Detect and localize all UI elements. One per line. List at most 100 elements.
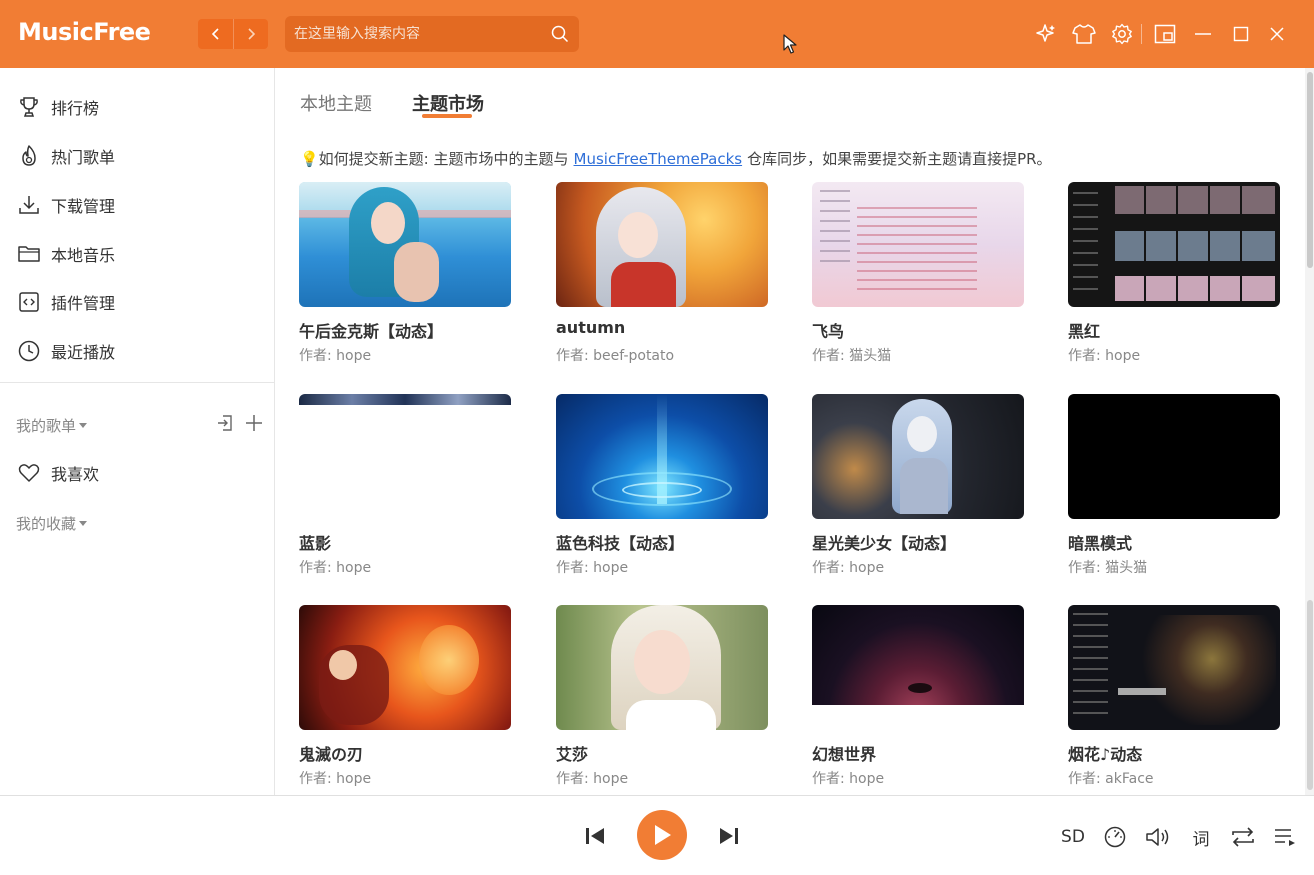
theme-preview (1068, 394, 1280, 519)
add-playlist-icon[interactable] (244, 413, 264, 433)
theme-author: 作者: akFace (1068, 771, 1154, 787)
my-playlists-label: 我的歌单 (16, 417, 77, 435)
theme-card[interactable]: 黑红 作者: hope (1068, 182, 1280, 364)
theme-preview (299, 394, 511, 519)
sidebar-item-hot-playlists[interactable]: 热门歌单 (0, 134, 274, 178)
sidebar-divider (0, 382, 274, 383)
mini-mode-icon[interactable] (1153, 22, 1177, 46)
search-input[interactable] (285, 16, 545, 52)
theme-title: 幻想世界 (812, 745, 877, 764)
chevron-left-icon (211, 28, 219, 40)
sidebar-item-plugins[interactable]: 插件管理 (0, 280, 274, 324)
notice-suffix: 仓库同步，如果需要提交新主题请直接提PR。 (747, 150, 1052, 168)
sidebar-item-downloads[interactable]: 下载管理 (0, 183, 274, 227)
theme-author: 作者: beef-potato (556, 348, 675, 364)
theme-preview (1068, 182, 1280, 307)
theme-preview (299, 605, 511, 730)
repeat-button[interactable] (1230, 824, 1256, 850)
my-playlists-toggle[interactable]: 我的歌单 (16, 415, 88, 436)
theme-card[interactable]: autumn 作者: beef-potato (556, 182, 768, 364)
sidebar-item-charts[interactable]: 排行榜 (0, 85, 274, 129)
maximize-icon[interactable] (1229, 22, 1253, 46)
tab-local-themes[interactable]: 本地主题 (300, 90, 372, 116)
download-icon (19, 196, 39, 214)
history-nav (198, 19, 268, 49)
gear-icon[interactable] (1110, 22, 1134, 46)
next-button[interactable] (717, 824, 741, 848)
header-divider (1141, 24, 1142, 44)
search-box (285, 16, 579, 52)
my-collections-label: 我的收藏 (16, 515, 77, 533)
theme-preview (812, 394, 1024, 519)
theme-author: 作者: hope (812, 560, 885, 576)
previous-button[interactable] (583, 824, 607, 848)
caret-down-icon (79, 521, 88, 526)
theme-card[interactable]: 星光美少女【动态】 作者: hope (812, 394, 1024, 576)
search-icon[interactable] (551, 25, 569, 43)
volume-button[interactable] (1145, 824, 1171, 850)
theme-title: 星光美少女【动态】 (812, 534, 957, 553)
sidebar-item-label: 插件管理 (51, 294, 116, 313)
theme-card[interactable]: 暗黑模式 作者: 猫头猫 (1068, 394, 1280, 576)
quality-button[interactable]: SD (1059, 824, 1087, 850)
playlist-button[interactable] (1272, 824, 1298, 850)
theme-card[interactable]: 烟花♪动态 作者: akFace (1068, 605, 1280, 787)
theme-card[interactable]: 蓝影 作者: hope (299, 394, 511, 576)
tab-theme-market[interactable]: 主题市场 (412, 90, 484, 116)
sparkle-icon[interactable] (1034, 22, 1058, 46)
caret-down-icon (79, 423, 88, 428)
theme-title: autumn (556, 318, 626, 337)
sidebar-item-favorite[interactable]: 我喜欢 (0, 451, 274, 495)
theme-author: 作者: hope (299, 560, 372, 576)
app-logo: MusicFree (18, 18, 151, 46)
theme-preview (556, 394, 768, 519)
theme-packs-link[interactable]: MusicFreeThemePacks (574, 150, 743, 168)
theme-author: 作者: hope (556, 771, 629, 787)
sidebar-item-recent[interactable]: 最近播放 (0, 329, 274, 373)
mouse-cursor-icon (783, 34, 797, 54)
theme-title: 午后金克斯【动态】 (299, 322, 444, 341)
theme-preview (1068, 605, 1280, 730)
lyrics-button[interactable]: 词 (1188, 824, 1214, 850)
plugin-icon (19, 292, 39, 312)
theme-author: 作者: 猫头猫 (1068, 560, 1148, 576)
theme-card[interactable]: 艾莎 作者: hope (556, 605, 768, 787)
sidebar-item-local-music[interactable]: 本地音乐 (0, 232, 274, 276)
theme-preview (812, 605, 1024, 730)
theme-author: 作者: hope (1068, 348, 1141, 364)
sidebar-item-label: 我喜欢 (51, 465, 100, 484)
theme-card[interactable]: 蓝色科技【动态】 作者: hope (556, 394, 768, 576)
title-bar: MusicFree (0, 0, 1314, 68)
theme-preview (556, 182, 768, 307)
active-tab-indicator (422, 114, 472, 118)
volume-icon (1146, 828, 1169, 846)
theme-title: 蓝影 (299, 534, 332, 553)
scrollbar-thumb[interactable] (1307, 72, 1313, 268)
close-icon[interactable] (1265, 22, 1289, 46)
theme-preview (299, 182, 511, 307)
theme-preview (812, 182, 1024, 307)
import-playlist-icon[interactable] (215, 413, 235, 433)
theme-preview (556, 605, 768, 730)
folder-icon (18, 246, 40, 262)
my-collections-toggle[interactable]: 我的收藏 (16, 513, 88, 534)
heart-icon (18, 464, 40, 482)
theme-card[interactable]: 鬼滅の刃 作者: hope (299, 605, 511, 787)
theme-title: 飞鸟 (812, 322, 845, 341)
fire-icon (22, 145, 36, 166)
forward-button[interactable] (233, 19, 268, 49)
back-button[interactable] (198, 19, 233, 49)
theme-title: 烟花♪动态 (1068, 745, 1143, 764)
trophy-icon (20, 97, 38, 117)
shirt-icon[interactable] (1072, 22, 1096, 46)
play-icon (655, 825, 671, 845)
theme-card[interactable]: 幻想世界 作者: hope (812, 605, 1024, 787)
speed-button[interactable] (1102, 824, 1128, 850)
theme-card[interactable]: 午后金克斯【动态】 作者: hope (299, 182, 511, 364)
scrollbar-thumb-secondary (1307, 600, 1313, 790)
minimize-icon[interactable] (1191, 22, 1215, 46)
theme-author: 作者: hope (812, 771, 885, 787)
play-button[interactable] (637, 810, 687, 860)
theme-card[interactable]: 飞鸟 作者: 猫头猫 (812, 182, 1024, 364)
repeat-icon (1232, 827, 1254, 847)
